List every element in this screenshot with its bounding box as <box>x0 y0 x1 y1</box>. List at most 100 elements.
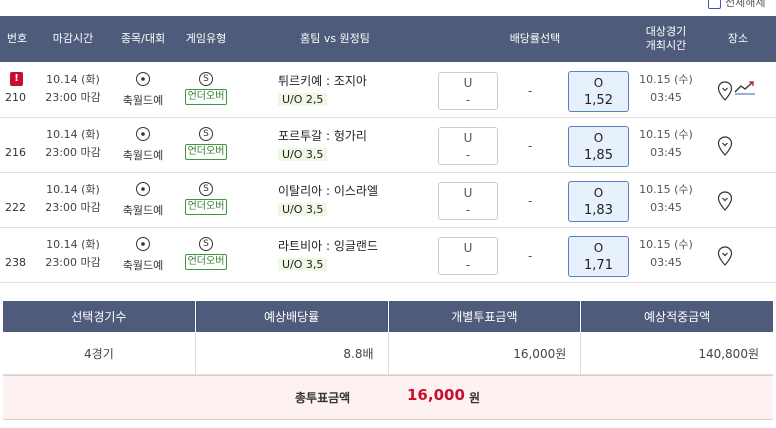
match-teams: 이탈리아 : 이스라엘 <box>278 184 378 198</box>
draw-odds: - <box>528 249 533 263</box>
special-icon: S <box>199 237 213 251</box>
trend-chart-icon[interactable] <box>734 79 756 95</box>
special-icon: S <box>199 182 213 196</box>
under-odds-button[interactable]: U - <box>438 182 498 220</box>
sport-cell: 축월드예 <box>115 72 171 108</box>
under-value: - <box>465 148 471 162</box>
over-value: 1,71 <box>584 258 613 273</box>
under-odds-button[interactable]: U - <box>438 237 498 275</box>
game-type-badge: 언더오버 <box>184 254 228 270</box>
over-value: 1,85 <box>584 148 613 163</box>
under-label: U <box>463 131 473 145</box>
sport-label: 축월드예 <box>122 204 164 217</box>
match-cell: 라트비아 : 잉글랜드 U/O 3,5 <box>278 237 428 271</box>
game-type-cell: S 언더오버 <box>178 71 234 105</box>
total-bet-bar: 총투표금액 16,000 원 <box>3 375 773 420</box>
soccer-ball-icon <box>136 182 150 196</box>
summary-table: 선택경기수 예상배당률 개별투표금액 예상적중금액 4경기 8.8배 16,00… <box>3 301 773 375</box>
select-all-checkbox[interactable]: 전체해제 <box>708 0 765 10</box>
summary-stake: 16,000원 <box>389 332 582 374</box>
sport-cell: 축월드예 <box>115 237 171 273</box>
over-odds-button[interactable]: O 1,83 <box>568 181 629 222</box>
map-pin-icon[interactable] <box>717 191 733 211</box>
under-odds-button[interactable]: U - <box>438 72 498 110</box>
match-cell: 포르투갈 : 헝가리 U/O 3,5 <box>278 127 428 161</box>
map-pin-icon[interactable] <box>717 81 733 101</box>
over-label: O <box>593 131 604 145</box>
header-odds-select: 배당률선택 <box>509 32 561 45</box>
sport-label: 축월드예 <box>122 94 164 107</box>
deadline: 10.14 (화) 23:00 마감 <box>38 71 108 107</box>
game-type-badge: 언더오버 <box>184 199 228 215</box>
event-date: 10.15 (수) <box>639 128 693 141</box>
game-row: ! 210 10.14 (화) 23:00 마감 축월드예 S 언더오버 튀르키… <box>0 62 776 118</box>
deadline-time: 23:00 마감 <box>45 256 101 269</box>
over-odds-button[interactable]: O 1,71 <box>568 236 629 277</box>
summary-payout: 140,800원 <box>698 346 759 361</box>
header-no: 번호 <box>6 32 28 45</box>
game-number: 210 <box>5 91 26 104</box>
soccer-ball-icon <box>136 72 150 86</box>
match-teams: 포르투갈 : 헝가리 <box>278 129 367 143</box>
match-teams: 라트비아 : 잉글랜드 <box>278 239 378 253</box>
event-time: 10.15 (수) 03:45 <box>636 236 696 272</box>
table-header: 번호 마감시간 종목/대회 게임유형 홈팀 vs 원정팀 배당률선택 대상경기 … <box>0 16 776 62</box>
deadline: 10.14 (화) 23:00 마감 <box>38 126 108 162</box>
header-deadline: 마감시간 <box>52 32 94 45</box>
sport-label: 축월드예 <box>122 259 164 272</box>
draw-odds: - <box>528 84 533 98</box>
sport-cell: 축월드예 <box>115 182 171 218</box>
deadline-date: 10.14 (화) <box>46 73 100 86</box>
game-number: 216 <box>5 146 26 159</box>
alert-icon: ! <box>10 72 23 86</box>
summary-count: 4경기 <box>3 332 196 374</box>
under-value: - <box>465 93 471 107</box>
event-date: 10.15 (수) <box>639 183 693 196</box>
checkbox-box[interactable] <box>708 0 721 9</box>
header-event-time-line1: 대상경기 <box>645 25 687 38</box>
under-label: U <box>463 241 473 255</box>
event-time: 10.15 (수) 03:45 <box>636 126 696 162</box>
header-event-time: 대상경기 개최시간 <box>630 16 702 62</box>
event-time-value: 03:45 <box>650 201 682 214</box>
over-odds-button[interactable]: O 1,52 <box>568 71 629 112</box>
under-value: - <box>465 203 471 217</box>
header-event-time-line2: 개최시간 <box>645 39 687 52</box>
deadline-date: 10.14 (화) <box>46 238 100 251</box>
deadline-time: 23:00 마감 <box>45 201 101 214</box>
over-value: 1,52 <box>584 93 613 108</box>
total-label: 총투표금액 <box>295 391 351 405</box>
sport-cell: 축월드예 <box>115 127 171 163</box>
match-teams: 튀르키예 : 조지아 <box>278 74 367 88</box>
map-pin-icon[interactable] <box>717 136 733 156</box>
under-label: U <box>463 76 473 90</box>
under-odds-button[interactable]: U - <box>438 127 498 165</box>
total-value: 16,000 <box>407 386 465 404</box>
draw-odds: - <box>528 139 533 153</box>
map-pin-icon[interactable] <box>717 246 733 266</box>
summary-header-odds: 예상배당률 <box>196 301 389 332</box>
summary-header: 선택경기수 예상배당률 개별투표금액 예상적중금액 <box>3 301 773 332</box>
game-row: 238 10.14 (화) 23:00 마감 축월드예 S 언더오버 라트비아 … <box>0 227 776 283</box>
game-type-cell: S 언더오버 <box>178 126 234 160</box>
event-time-value: 03:45 <box>650 146 682 159</box>
deadline-time: 23:00 마감 <box>45 91 101 104</box>
game-number: 222 <box>5 201 26 214</box>
game-type-cell: S 언더오버 <box>178 181 234 215</box>
header-venue: 장소 <box>727 32 749 45</box>
event-time-value: 03:45 <box>650 91 682 104</box>
header-game-type: 게임유형 <box>185 32 227 45</box>
header-sport: 종목/대회 <box>120 32 166 45</box>
deadline: 10.14 (화) 23:00 마감 <box>38 181 108 217</box>
over-odds-button[interactable]: O 1,85 <box>568 126 629 167</box>
under-value: - <box>465 258 471 272</box>
match-cell: 이탈리아 : 이스라엘 U/O 3,5 <box>278 182 428 216</box>
deadline-date: 10.14 (화) <box>46 183 100 196</box>
checkbox-label: 전체해제 <box>725 0 766 9</box>
summary-header-payout: 예상적중금액 <box>644 310 711 324</box>
summary-header-count: 선택경기수 <box>3 301 196 332</box>
deadline-time: 23:00 마감 <box>45 146 101 159</box>
over-value: 1,83 <box>584 203 613 218</box>
sport-label: 축월드예 <box>122 149 164 162</box>
match-cell: 튀르키예 : 조지아 U/O 2,5 <box>278 72 428 106</box>
